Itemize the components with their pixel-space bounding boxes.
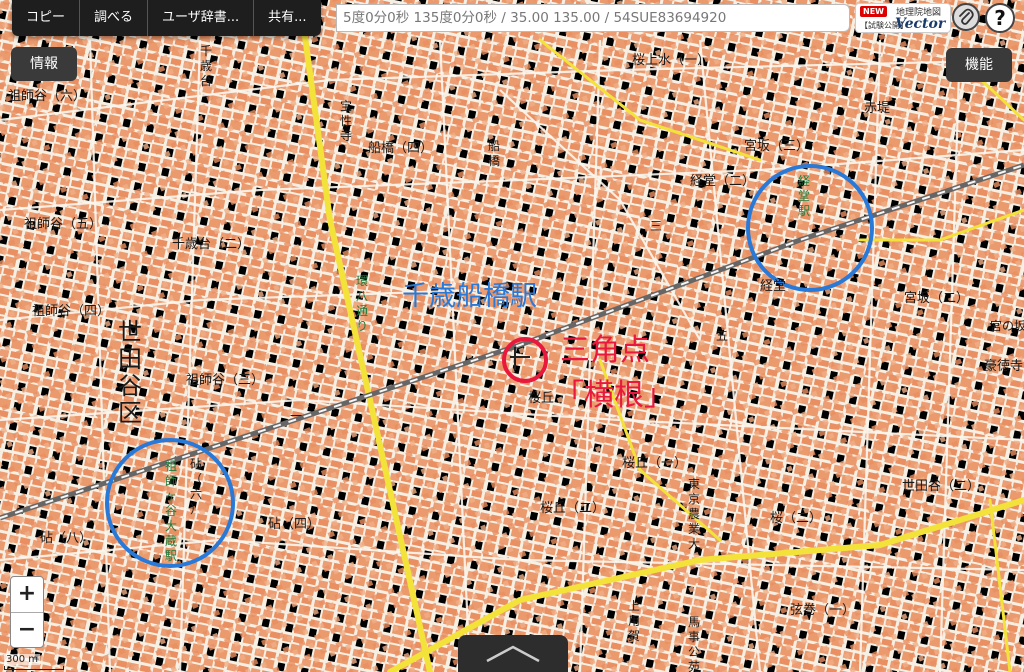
map-label: 船橋（四） <box>368 141 433 156</box>
map-label: 世田谷区 <box>118 318 142 427</box>
brand-vector: Vector <box>895 16 946 32</box>
map-label: 桜丘（二） <box>540 501 605 516</box>
scale-label: 300 m <box>4 654 41 665</box>
map-label: 砧（八） <box>40 531 92 546</box>
chevron-up-icon <box>486 645 540 662</box>
map-label: 経堂 <box>760 279 786 294</box>
help-button[interactable]: ? <box>985 3 1015 33</box>
map-label: 弦巻（一） <box>790 602 855 618</box>
map-label: 一 <box>290 409 302 423</box>
share-menu-item[interactable]: 共有... <box>254 0 320 36</box>
copy-menu-item[interactable]: コピー <box>12 0 81 36</box>
map-label: 環八通り <box>356 274 368 333</box>
info-button[interactable]: 情報 <box>11 47 77 81</box>
zoom-control: + − <box>10 576 44 648</box>
paperclip-icon <box>959 8 974 25</box>
map-label: 東京農業大 <box>688 477 700 551</box>
zoom-out-button[interactable]: − <box>11 613 43 647</box>
map-label: 祖師谷（三） <box>186 373 264 388</box>
map-label: 赤堤 <box>864 101 890 116</box>
map-label: 世田谷（二） <box>902 479 980 494</box>
map-label: 宮坂（二） <box>904 290 969 306</box>
paperclip-button[interactable] <box>952 3 980 31</box>
scale-bar <box>4 666 64 670</box>
map-label: 千歳台 <box>200 44 212 88</box>
topographic-map[interactable]: 祖師谷（六） 千歳台宝性寺船橋（四） 船橋 桜上水（一） 赤堤経堂（二） 経堂駅 宮坂（三）… <box>0 0 1024 672</box>
map-label: 桜丘 <box>528 391 554 406</box>
map-label: 豪徳寺 <box>984 358 1023 374</box>
context-menu-bar: コピー 調べる ユーザ辞書... 共有... <box>12 0 321 36</box>
map-label: 桜（二） <box>770 511 822 526</box>
function-button[interactable]: 機能 <box>946 48 1012 82</box>
map-label: 桜丘（一） <box>622 456 687 471</box>
map-label: 桜上水（一） <box>632 53 710 68</box>
map-label: 祖師谷（六） <box>8 89 86 104</box>
map-label: 祖師ヶ谷大蔵駅 <box>165 458 177 563</box>
lookup-menu-item[interactable]: 調べる <box>80 0 149 36</box>
map-label: 砧（六） <box>190 457 202 516</box>
map-label: 上用賀 <box>628 599 640 643</box>
gsi-vector-logo[interactable]: NEW 地理院地図 【試験公開】 Vector <box>855 3 951 33</box>
map-label: 五 <box>716 329 728 343</box>
coordinate-readout: 5度0分0秒 135度0分0秒 / 35.00 135.00 / 54SUE83… <box>336 4 850 32</box>
annotation-triangulation-point: 三角点 <box>560 333 650 368</box>
zoom-in-button[interactable]: + <box>11 577 43 613</box>
annotation-yokone: 「横根」 <box>554 378 674 413</box>
map-label: 船橋 <box>488 139 500 168</box>
new-badge: NEW <box>860 6 887 17</box>
map-label: 祖師谷（四） <box>32 304 110 319</box>
user-dictionary-menu-item[interactable]: ユーザ辞書... <box>148 0 255 36</box>
map-label: 経堂駅 <box>798 174 810 218</box>
map-label: 宮坂（三） <box>744 138 809 154</box>
map-label: 千歳台（二） <box>172 237 250 252</box>
annotation-chitose-funabashi-station: 千歳船橋駅 <box>402 281 537 312</box>
map-label: 三 <box>650 219 662 233</box>
map-label: 宮の坂 <box>990 318 1024 333</box>
map-label: 経堂（二） <box>690 174 755 189</box>
bottom-panel-handle[interactable] <box>458 635 568 672</box>
map-label: 宝性寺 <box>340 99 352 143</box>
map-label: 馬事公苑 <box>688 615 700 672</box>
map-label: 砧（四） <box>268 517 320 532</box>
map-label: 祖師谷（五） <box>24 217 102 232</box>
